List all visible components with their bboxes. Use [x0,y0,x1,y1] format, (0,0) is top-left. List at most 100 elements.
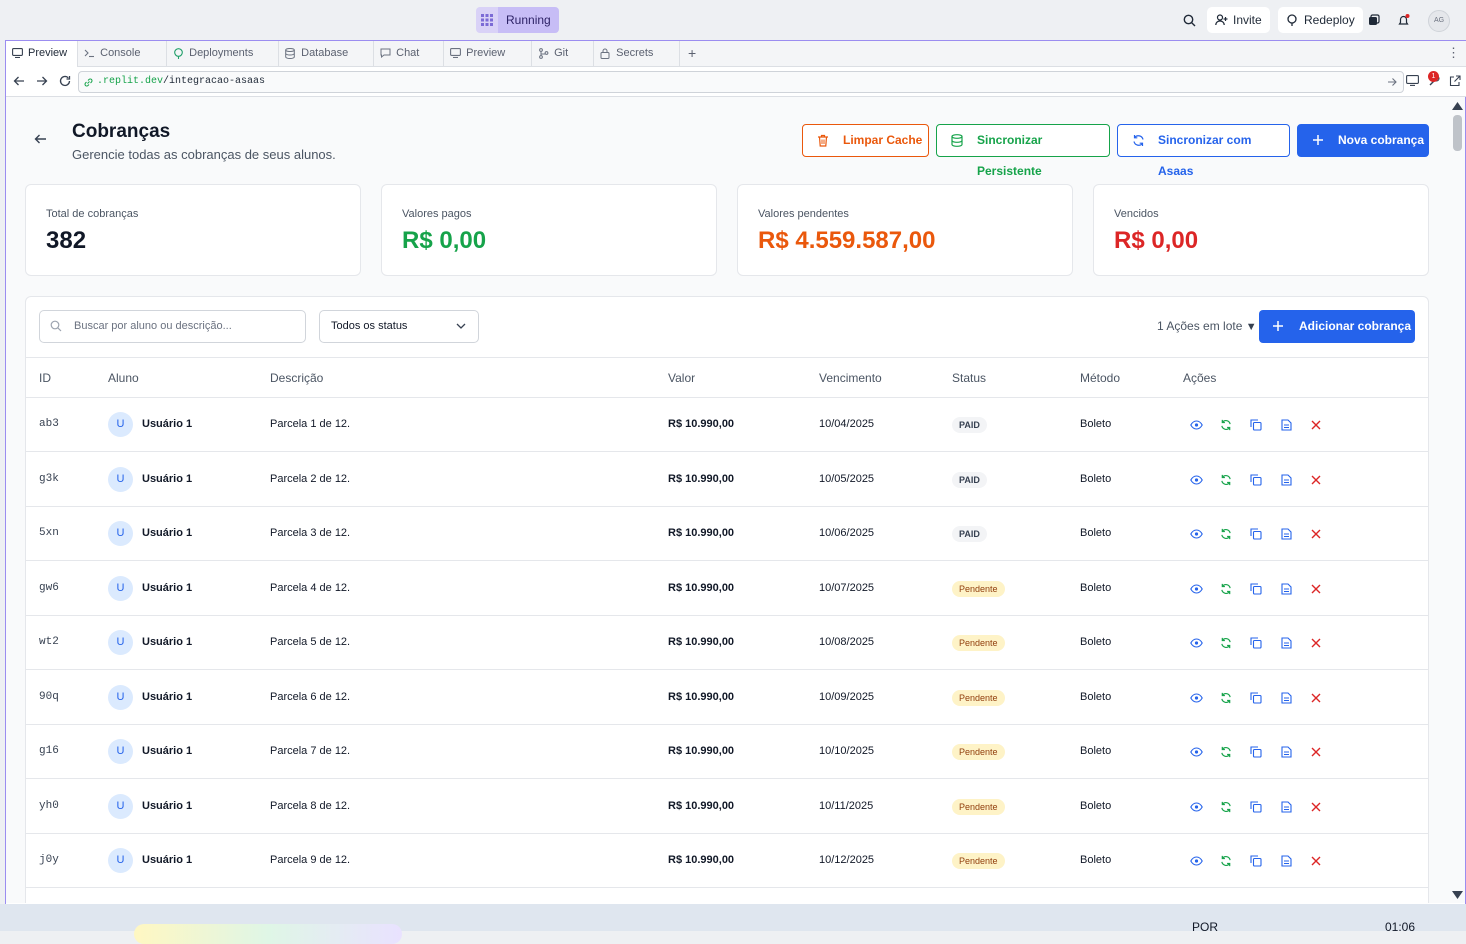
copy-icon[interactable] [1249,854,1263,868]
multiplayer-icon[interactable] [1362,7,1386,33]
delete-icon[interactable] [1309,854,1323,868]
go-arrow-icon[interactable] [1387,77,1397,87]
tab-database[interactable]: Database [279,41,375,66]
tab-git[interactable]: Git [532,41,595,66]
table-row[interactable]: yh0 U Usuário 1 Parcela 8 de 12. R$ 10.990,0… [26,780,1428,834]
view-icon[interactable] [1189,636,1203,650]
bulk-actions-dropdown[interactable]: 1 Ações em lote ▼ [1157,319,1257,333]
table-row[interactable]: gw6 U Usuário 1 Parcela 4 de 12. R$ 10.990,0… [26,562,1428,616]
user-avatar[interactable]: AG [1428,10,1450,32]
invoice-icon[interactable] [1279,473,1293,487]
copy-icon[interactable] [1249,418,1263,432]
forward-arrow-icon[interactable] [36,75,48,87]
table-row[interactable] [26,889,1428,904]
view-icon[interactable] [1189,854,1203,868]
scroll-up-icon[interactable] [1452,102,1463,110]
invoice-icon[interactable] [1279,691,1293,705]
table-row[interactable]: ab3 U Usuário 1 Parcela 1 de 12. R$ 10.990,0… [26,398,1428,452]
search-icon[interactable] [1177,7,1201,33]
scrollbar-thumb[interactable] [1453,115,1462,151]
delete-icon[interactable] [1309,473,1323,487]
copy-icon[interactable] [1249,800,1263,814]
open-external-icon[interactable] [1449,75,1461,87]
taskbar-clock[interactable]: 01:06 [1385,920,1415,934]
table-row[interactable]: j0y U Usuário 1 Parcela 9 de 12. R$ 10.990,0… [26,834,1428,888]
table-row[interactable]: 90q U Usuário 1 Parcela 6 de 12. R$ 10.990,0… [26,671,1428,725]
delete-icon[interactable] [1309,582,1323,596]
apps-grid-icon[interactable] [476,7,498,33]
taskbar-search[interactable] [134,924,402,944]
sync-persistent-button[interactable]: Sincronizar Persistente [936,124,1110,178]
back-arrow-icon[interactable] [13,75,25,87]
column-header-method[interactable]: Método [1080,371,1120,385]
column-header-status[interactable]: Status [952,371,986,385]
add-charge-button[interactable]: Adicionar cobrança [1259,310,1415,343]
clear-cache-button[interactable]: Limpar Cache [802,124,929,157]
resend-icon[interactable] [1219,473,1233,487]
scroll-down-icon[interactable] [1452,891,1463,899]
view-icon[interactable] [1189,473,1203,487]
table-row[interactable]: g3k U Usuário 1 Parcela 2 de 12. R$ 10.990,0… [26,453,1428,507]
new-charge-button[interactable]: Nova cobrança [1297,124,1429,157]
table-row[interactable]: wt2 U Usuário 1 Parcela 5 de 12. R$ 10.990,0… [26,616,1428,670]
column-header-due-date[interactable]: Vencimento [819,371,882,385]
tab-deployments[interactable]: Deployments [167,41,280,66]
tab-secrets[interactable]: Secrets [594,41,681,66]
invoice-icon[interactable] [1279,582,1293,596]
tab-console[interactable]: Console [78,41,168,66]
view-icon[interactable] [1189,691,1203,705]
copy-icon[interactable] [1249,636,1263,650]
url-input[interactable]: .replit.dev/integracao-asaas [78,71,1404,93]
column-header-id[interactable]: ID [39,371,51,385]
status-filter-select[interactable]: Todos os status [319,310,479,343]
column-header-student[interactable]: Aluno [108,371,139,385]
bell-icon[interactable] [1391,7,1415,33]
invoice-icon[interactable] [1279,800,1293,814]
table-row[interactable]: 5xn U Usuário 1 Parcela 3 de 12. R$ 10.990,0… [26,507,1428,561]
page-scrollbar[interactable] [1450,97,1465,903]
more-options-icon[interactable]: ⋮ [1447,45,1460,61]
delete-icon[interactable] [1309,418,1323,432]
add-tab-button[interactable]: + [680,41,704,66]
resend-icon[interactable] [1219,636,1233,650]
invoice-icon[interactable] [1279,854,1293,868]
tab-preview[interactable]: Preview [6,41,79,67]
delete-icon[interactable] [1309,691,1323,705]
resend-icon[interactable] [1219,582,1233,596]
column-header-description[interactable]: Descrição [270,371,323,385]
table-row[interactable]: g16 U Usuário 1 Parcela 7 de 12. R$ 10.990,0… [26,725,1428,779]
view-icon[interactable] [1189,418,1203,432]
sync-asaas-button[interactable]: Sincronizar com Asaas [1117,124,1290,178]
invite-button[interactable]: Invite [1207,7,1270,33]
back-arrow-icon[interactable] [34,133,47,145]
resend-icon[interactable] [1219,800,1233,814]
resend-icon[interactable] [1219,854,1233,868]
resend-icon[interactable] [1219,691,1233,705]
tab-chat[interactable]: Chat [374,41,445,66]
copy-icon[interactable] [1249,745,1263,759]
reload-icon[interactable] [59,75,71,87]
search-input[interactable]: Buscar por aluno ou descrição... [39,310,306,343]
copy-icon[interactable] [1249,691,1263,705]
resend-icon[interactable] [1219,745,1233,759]
delete-icon[interactable] [1309,636,1323,650]
copy-icon[interactable] [1249,527,1263,541]
resend-icon[interactable] [1219,527,1233,541]
delete-icon[interactable] [1309,745,1323,759]
copy-icon[interactable] [1249,473,1263,487]
running-status-button[interactable]: Running [498,7,559,33]
view-icon[interactable] [1189,800,1203,814]
keyboard-language[interactable]: POR [1192,920,1218,934]
devices-icon[interactable] [1406,75,1419,86]
view-icon[interactable] [1189,745,1203,759]
resend-icon[interactable] [1219,418,1233,432]
invoice-icon[interactable] [1279,527,1293,541]
tab-preview-2[interactable]: Preview [444,41,533,66]
copy-icon[interactable] [1249,582,1263,596]
delete-icon[interactable] [1309,527,1323,541]
invoice-icon[interactable] [1279,745,1293,759]
invoice-icon[interactable] [1279,418,1293,432]
column-header-value[interactable]: Valor [668,371,695,385]
view-icon[interactable] [1189,582,1203,596]
redeploy-button[interactable]: Redeploy [1278,7,1363,33]
